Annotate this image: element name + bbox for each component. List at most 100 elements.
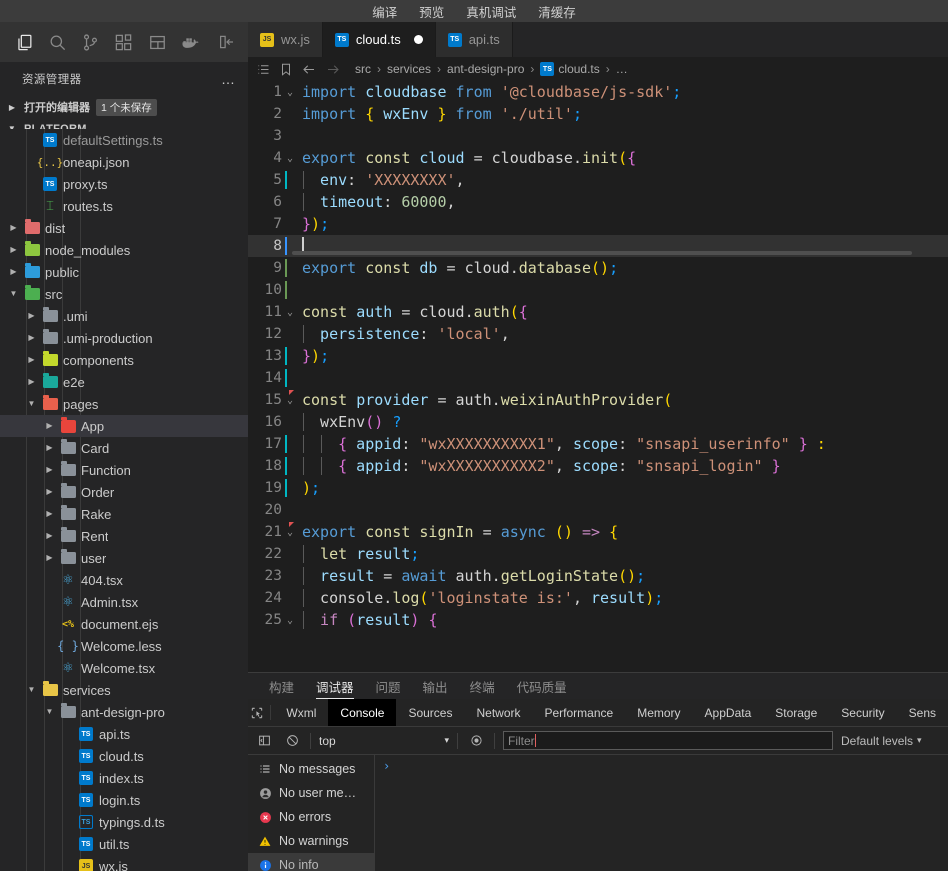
- chevron-right-icon[interactable]: ▶: [26, 378, 37, 386]
- tree-file-row[interactable]: ▶⌶routes.ts: [0, 195, 248, 217]
- tree-folder-row[interactable]: ▶ Order: [0, 481, 248, 503]
- code-line[interactable]: 14: [248, 367, 948, 389]
- tree-file-row[interactable]: ▶<%document.ejs: [0, 613, 248, 635]
- clear-console-icon[interactable]: [282, 734, 302, 747]
- panel-tab-4[interactable]: 终端: [459, 673, 506, 699]
- tree-file-row[interactable]: ▶TScloud.ts: [0, 745, 248, 767]
- tree-file-row[interactable]: ▶{..}oneapi.json: [0, 151, 248, 173]
- extensions-icon[interactable]: [109, 27, 138, 57]
- open-editors-section[interactable]: ▶ 打开的编辑器 1 个未保存: [0, 96, 248, 118]
- tree-file-row[interactable]: ▶JSwx.js: [0, 855, 248, 871]
- tree-folder-row[interactable]: ▶ e2e: [0, 371, 248, 393]
- code-line[interactable]: 11 ⌄ const auth = cloud.auth({: [248, 301, 948, 323]
- collapse-panel-icon[interactable]: [213, 27, 242, 57]
- chevron-right-icon[interactable]: ▶: [26, 334, 37, 342]
- devtools-tab-console[interactable]: Console: [328, 699, 397, 726]
- devtools-tab-security[interactable]: Security: [829, 699, 896, 726]
- back-arrow-icon[interactable]: [301, 62, 317, 77]
- code-line[interactable]: 6 timeout: 60000,: [248, 191, 948, 213]
- panel-tab-2[interactable]: 问题: [365, 673, 412, 699]
- console-sidebar-item[interactable]: No messages: [248, 757, 374, 781]
- chevron-down-icon[interactable]: ▼: [8, 290, 19, 298]
- console-sidebar-item[interactable]: No info: [248, 853, 374, 871]
- console-levels-select[interactable]: Default levels ▾: [841, 734, 922, 748]
- tree-folder-row[interactable]: ▼ pages: [0, 393, 248, 415]
- panel-tab-0[interactable]: 构建: [258, 673, 305, 699]
- chevron-right-icon[interactable]: ▶: [26, 312, 37, 320]
- code-line[interactable]: 15 ⌄ const provider = auth.weixinAuthProvi…: [248, 389, 948, 411]
- chevron-right-icon[interactable]: ▶: [8, 246, 19, 254]
- tree-folder-row[interactable]: ▶ Card: [0, 437, 248, 459]
- code-line[interactable]: 2 import { wxEnv } from './util';: [248, 103, 948, 125]
- tree-folder-row[interactable]: ▶ Rent: [0, 525, 248, 547]
- chevron-right-icon[interactable]: ▶: [26, 356, 37, 364]
- editor-tab-wx-js[interactable]: JS wx.js: [248, 22, 323, 57]
- tree-file-row[interactable]: ▶TStypings.d.ts: [0, 811, 248, 833]
- code-line[interactable]: 9 export const db = cloud.database();: [248, 257, 948, 279]
- code-line[interactable]: 24 console.log('loginstate is:', result)…: [248, 587, 948, 609]
- unsaved-dot-icon[interactable]: [413, 35, 423, 44]
- console-sidebar-item[interactable]: No warnings: [248, 829, 374, 853]
- chevron-right-icon[interactable]: ▶: [44, 510, 55, 518]
- docker-icon[interactable]: [176, 27, 205, 57]
- chevron-right-icon[interactable]: ▶: [44, 444, 55, 452]
- chevron-right-icon[interactable]: ▶: [8, 268, 19, 276]
- menu-item-3[interactable]: 清缓存: [536, 2, 578, 21]
- source-control-icon[interactable]: [76, 27, 105, 57]
- code-line[interactable]: 17 { appid: "wxXXXXXXXXXX1", scope: "sns…: [248, 433, 948, 455]
- code-line[interactable]: 22 let result;: [248, 543, 948, 565]
- chevron-right-icon[interactable]: ▶: [44, 466, 55, 474]
- console-sidebar-item[interactable]: No errors: [248, 805, 374, 829]
- tree-folder-row[interactable]: ▶ Rake: [0, 503, 248, 525]
- tree-file-row[interactable]: ▶TSproxy.ts: [0, 173, 248, 195]
- panel-tab-3[interactable]: 输出: [412, 673, 459, 699]
- code-line[interactable]: 25 ⌄ if (result) {: [248, 609, 948, 631]
- fold-chevron-icon[interactable]: ⌄: [282, 527, 298, 538]
- breadcrumb[interactable]: src › services › ant-design-pro › TS cloud.ts ›…: [355, 62, 628, 76]
- code-line[interactable]: 7});: [248, 213, 948, 235]
- breadcrumb-item[interactable]: services: [387, 62, 431, 76]
- file-tree[interactable]: ▶TSdefaultSettings.ts▶{..}oneapi.json▶TS…: [0, 129, 248, 871]
- code-line[interactable]: 5 env: 'XXXXXXXX',: [248, 169, 948, 191]
- tree-file-row[interactable]: ▶{ }Welcome.less: [0, 635, 248, 657]
- code-line[interactable]: 16 wxEnv() ?: [248, 411, 948, 433]
- devtools-tab-performance[interactable]: Performance: [533, 699, 626, 726]
- tree-folder-row[interactable]: ▼ services: [0, 679, 248, 701]
- tree-file-row[interactable]: ▶TSlogin.ts: [0, 789, 248, 811]
- tree-file-row[interactable]: ▶⚛404.tsx: [0, 569, 248, 591]
- chevron-right-icon[interactable]: ▶: [44, 532, 55, 540]
- fold-chevron-icon[interactable]: ⌄: [282, 395, 298, 406]
- console-sidebar[interactable]: No messages No user me… No errors No warnin…: [248, 755, 375, 871]
- tree-folder-row[interactable]: ▼ ant-design-pro: [0, 701, 248, 723]
- editor-tab-api-ts[interactable]: TS api.ts: [435, 22, 513, 57]
- menu-item-1[interactable]: 预览: [417, 2, 446, 21]
- fold-chevron-icon[interactable]: ⌄: [282, 307, 298, 318]
- code-line[interactable]: 19);: [248, 477, 948, 499]
- devtools-tab-wxml[interactable]: Wxml: [274, 699, 328, 726]
- tree-folder-row[interactable]: ▶ App: [0, 415, 248, 437]
- code-line[interactable]: 4 ⌄ export const cloud = cloudbase.init({: [248, 147, 948, 169]
- tree-file-row[interactable]: ▶TSutil.ts: [0, 833, 248, 855]
- tree-folder-row[interactable]: ▶ Function: [0, 459, 248, 481]
- console-context-select[interactable]: top ▾: [319, 734, 449, 748]
- console-output[interactable]: ›: [375, 755, 948, 871]
- console-filter-input[interactable]: Filter: [503, 731, 833, 750]
- chevron-down-icon[interactable]: ▼: [44, 708, 55, 716]
- code-line[interactable]: 18 { appid: "wxXXXXXXXXXX2", scope: "sns…: [248, 455, 948, 477]
- code-line[interactable]: 23 result = await auth.getLoginState();: [248, 565, 948, 587]
- tree-folder-row[interactable]: ▶ components: [0, 349, 248, 371]
- console-sidebar-icon[interactable]: [254, 734, 274, 747]
- tree-folder-row[interactable]: ▶ dist: [0, 217, 248, 239]
- chevron-down-icon[interactable]: ▼: [26, 400, 37, 408]
- tree-folder-row[interactable]: ▶ .umi-production: [0, 327, 248, 349]
- fold-chevron-icon[interactable]: ⌄: [282, 87, 298, 98]
- code-line[interactable]: 21 ⌄ export const signIn = async () => {: [248, 521, 948, 543]
- code-line[interactable]: 20: [248, 499, 948, 521]
- search-icon[interactable]: [43, 27, 72, 57]
- bookmark-icon[interactable]: [279, 62, 293, 77]
- editor-tab-cloud-ts[interactable]: TS cloud.ts: [322, 22, 436, 57]
- tree-folder-row[interactable]: ▶ node_modules: [0, 239, 248, 261]
- fold-chevron-icon[interactable]: ⌄: [282, 615, 298, 626]
- live-expression-icon[interactable]: [466, 734, 486, 747]
- tree-file-row[interactable]: ▶⚛Welcome.tsx: [0, 657, 248, 679]
